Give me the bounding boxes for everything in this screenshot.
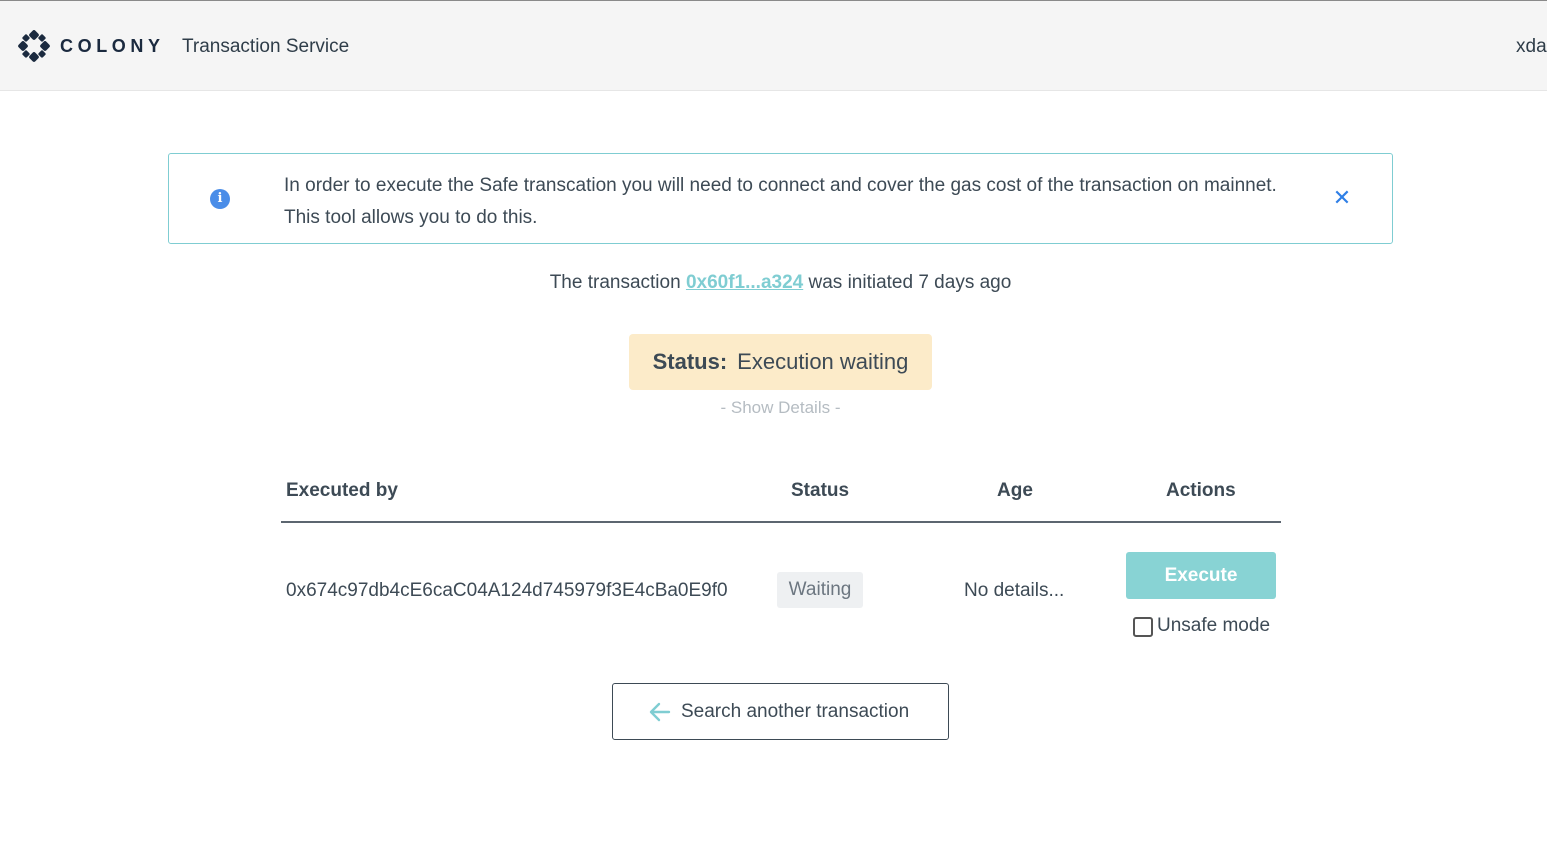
- search-another-transaction-button[interactable]: Search another transaction: [612, 683, 949, 740]
- arrow-left-icon: [649, 702, 671, 722]
- unsafe-mode-label[interactable]: Unsafe mode: [1157, 615, 1270, 637]
- column-header-executed-by: Executed by: [286, 480, 398, 501]
- transaction-prefix: The transaction: [549, 272, 681, 293]
- row-age: No details...: [964, 580, 1065, 601]
- transaction-hash-link[interactable]: 0x60f1...a324: [686, 272, 803, 293]
- status-label: Status:: [652, 349, 728, 374]
- table-divider: [281, 521, 1281, 523]
- logo-wordmark[interactable]: COLONY: [60, 36, 165, 57]
- column-header-actions: Actions: [1166, 480, 1236, 501]
- info-banner-text: In order to execute the Safe transcation…: [284, 175, 1277, 228]
- transaction-summary: The transaction 0x60f1...a324 was initia…: [0, 272, 1547, 294]
- execute-button[interactable]: Execute: [1126, 552, 1276, 599]
- column-header-age: Age: [997, 480, 1033, 501]
- show-details-link[interactable]: - Show Details -: [0, 398, 1547, 418]
- colony-logo-icon[interactable]: [18, 30, 50, 62]
- status-badge: Status: Execution waiting: [629, 334, 932, 390]
- row-status-badge: Waiting: [777, 572, 863, 608]
- app-name: Transaction Service: [182, 36, 350, 57]
- transaction-suffix: was initiated 7 days ago: [808, 272, 1012, 293]
- info-banner: i In order to execute the Safe transcati…: [168, 153, 1393, 244]
- info-icon: i: [210, 189, 230, 209]
- search-button-label: Search another transaction: [681, 701, 910, 722]
- unsafe-mode-checkbox[interactable]: [1133, 617, 1153, 637]
- app-header: COLONY Transaction Service xdai: [0, 0, 1547, 91]
- executor-address: 0x674c97db4cE6caC04A124d745979f3E4cBa0E9…: [286, 580, 728, 601]
- status-value: Execution waiting: [737, 349, 909, 374]
- column-header-status: Status: [791, 480, 850, 501]
- close-icon[interactable]: ✕: [1332, 187, 1352, 209]
- network-label[interactable]: xdai: [1516, 36, 1547, 58]
